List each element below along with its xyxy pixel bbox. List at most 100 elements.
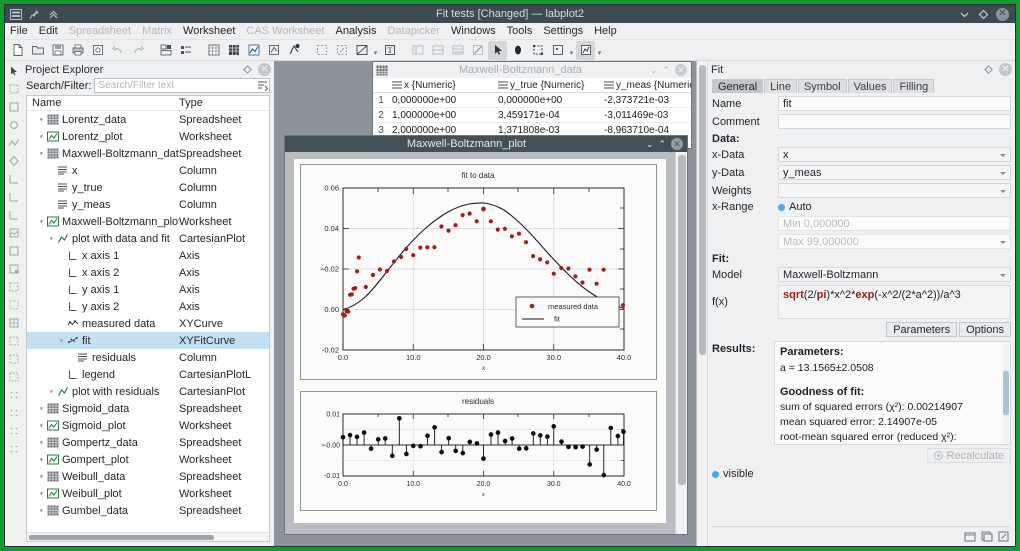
tree-item-lorentz-plot[interactable]: ▸ Lorentz_plot Worksheet: [27, 128, 269, 145]
duplicate-icon[interactable]: [980, 530, 994, 543]
frame2-icon[interactable]: [6, 261, 21, 276]
close-icon[interactable]: ✕: [258, 63, 271, 76]
dashed-frame-icon[interactable]: [6, 279, 21, 294]
keep-above-icon[interactable]: [977, 8, 989, 20]
tree-item-y-true[interactable]: y_true Column: [27, 179, 269, 196]
dotted-frame-icon[interactable]: [6, 297, 21, 312]
tree-item-gumbel-data[interactable]: ▸ Gumbel_data Spreadsheet: [27, 502, 269, 519]
expand-arrow-icon[interactable]: ▸: [48, 234, 56, 243]
residuals-plot[interactable]: residuals -0.01 0.00 0.01 0.0 10.0 20.0 …: [300, 391, 657, 511]
cursor-icon[interactable]: [6, 63, 21, 78]
tree-horizontal-scrollbar[interactable]: [27, 532, 269, 541]
undo-icon[interactable]: [108, 41, 127, 60]
tree-item-residuals[interactable]: residuals Column: [27, 349, 269, 366]
tree-item-fit[interactable]: ▸ fit XYFitCurve: [27, 332, 269, 349]
tree-item-x-axis-2[interactable]: x axis 2 Axis: [27, 264, 269, 281]
mdi-vertical-scrollbar[interactable]: [696, 61, 707, 546]
tab-general[interactable]: General: [712, 79, 764, 93]
column-header-ytrue[interactable]: y_true {Numeric}: [495, 80, 601, 91]
filter-options-icon[interactable]: [256, 79, 269, 92]
xrange-max-input[interactable]: Max 99,000000: [778, 234, 1011, 249]
spreadsheet-cell[interactable]: -2,373721e-03: [601, 95, 691, 106]
spreadsheet-cell[interactable]: 0,000000e+00: [389, 95, 495, 106]
worksheet-zoom-origin-icon[interactable]: [352, 41, 371, 60]
zoom-xy-select-icon[interactable]: [528, 41, 547, 60]
tree-item-weibull-plot[interactable]: ▸ Weibull_plot Worksheet: [27, 485, 269, 502]
tree-item-legend[interactable]: legend CartesianPlotL: [27, 366, 269, 383]
crop-dropdown-caret[interactable]: ▾: [568, 41, 575, 60]
image-icon[interactable]: [6, 225, 21, 240]
redo-icon[interactable]: [128, 41, 147, 60]
menu-analysis[interactable]: Analysis: [335, 25, 376, 37]
column-header-type[interactable]: Type: [179, 97, 269, 109]
tab-values[interactable]: Values: [847, 79, 893, 93]
histogram-icon[interactable]: [6, 153, 21, 168]
expand-arrow-icon[interactable]: ▸: [38, 455, 46, 464]
spreadsheet-cell[interactable]: -8,963710e-04: [601, 125, 691, 136]
row-index[interactable]: 1: [373, 95, 389, 106]
visible-checkbox-row[interactable]: visible: [712, 468, 1011, 480]
close-icon[interactable]: ✕: [675, 64, 687, 76]
region3-icon[interactable]: [6, 369, 21, 384]
tree-item-x[interactable]: x Column: [27, 162, 269, 179]
parameters-button[interactable]: Parameters: [886, 322, 958, 337]
plot-area-icon[interactable]: [6, 81, 21, 96]
spreadsheet-cell[interactable]: 2,000000e+00: [389, 125, 495, 136]
layout-grid-icon[interactable]: [448, 41, 467, 60]
close-icon[interactable]: ✕: [671, 138, 683, 150]
new-matrix-icon[interactable]: [224, 41, 243, 60]
worksheet-canvas[interactable]: fit to data -0.02 0.00 0.02 0.04 0.06 0.…: [285, 152, 675, 534]
layout-horizontal-icon[interactable]: [428, 41, 447, 60]
close-icon[interactable]: ✕: [996, 7, 1009, 21]
model-combo[interactable]: Maxwell-Boltzmann: [778, 267, 1011, 282]
layout-vertical-icon[interactable]: [408, 41, 427, 60]
worksheet-zoom-selection-icon[interactable]: [332, 41, 351, 60]
zoom-dropdown-caret[interactable]: ▾: [372, 41, 379, 60]
maximize-icon[interactable]: ⌃: [658, 139, 666, 149]
ydata-combo[interactable]: y_meas: [778, 165, 1011, 180]
print-preview-icon[interactable]: [88, 41, 107, 60]
tree-item-maxwell-boltzmann-plot[interactable]: ▸ Maxwell-Boltzmann_plot Worksheet: [27, 213, 269, 230]
column-header-ymeas[interactable]: y_meas {Numeric}: [601, 80, 691, 91]
minimize-icon[interactable]: ⌄: [646, 139, 654, 149]
tree-item-x-axis-1[interactable]: x axis 1 Axis: [27, 247, 269, 264]
menu-help[interactable]: Help: [594, 25, 617, 37]
curve-icon[interactable]: [6, 135, 21, 150]
expand-arrow-icon[interactable]: ▸: [38, 404, 46, 413]
column-header-name[interactable]: Name: [27, 97, 179, 109]
tree-item-y-axis-2[interactable]: y axis 2 Axis: [27, 298, 269, 315]
expand-arrow-icon[interactable]: ▸: [38, 115, 46, 124]
comment-input[interactable]: [778, 114, 1011, 129]
row-index[interactable]: 2: [373, 110, 389, 121]
weights-combo[interactable]: [778, 183, 1011, 198]
print-icon[interactable]: [68, 41, 87, 60]
menu-tools[interactable]: Tools: [507, 25, 533, 37]
results-text-box[interactable]: Parameters: a = 13.1565±2.0508 Goodness …: [774, 341, 1011, 445]
column-header-x[interactable]: x {Numeric}: [389, 80, 495, 91]
expand-arrow-icon[interactable]: ▸: [38, 421, 46, 430]
new-project-icon[interactable]: [8, 41, 27, 60]
collapse-icon[interactable]: [47, 8, 60, 21]
tree-item-gompertz-data[interactable]: ▸ Gompertz_data Spreadsheet: [27, 434, 269, 451]
cartesian-plot-icon[interactable]: [6, 99, 21, 114]
float-icon[interactable]: [243, 65, 252, 74]
pin-icon[interactable]: [28, 8, 41, 21]
select-pointer-icon[interactable]: [488, 40, 507, 60]
open-project-icon[interactable]: [28, 41, 47, 60]
fx-formula[interactable]: sqrt(2/pi)*x^2*exp(-x^2/(2*a^2))/a^3: [778, 285, 1011, 319]
tab-line[interactable]: Line: [764, 79, 797, 93]
tree-item-maxwell-boltzmann-data[interactable]: ▸ Maxwell-Boltzmann_data Spreadsheet: [27, 145, 269, 162]
expand-arrow-icon[interactable]: ▸: [38, 217, 46, 226]
spreadsheet-row[interactable]: 2 1,000000e+00 3,459171e-04 -3,011469e-03: [373, 108, 691, 123]
maximize-icon[interactable]: ⌃: [662, 65, 670, 75]
new-datapicker-icon[interactable]: [284, 41, 303, 60]
plot-dropdown-caret[interactable]: ▾: [596, 41, 603, 60]
worksheet-vertical-scrollbar[interactable]: [675, 152, 687, 534]
tree-item-weibull-data[interactable]: ▸ Weibull_data Spreadsheet: [27, 468, 269, 485]
edit-icon[interactable]: [997, 530, 1011, 543]
grid-frame-icon[interactable]: [6, 315, 21, 330]
tree-item-sigmoid-plot[interactable]: ▸ Sigmoid_plot Worksheet: [27, 417, 269, 434]
row-index[interactable]: 3: [373, 125, 389, 136]
menu-edit[interactable]: Edit: [39, 25, 58, 37]
worksheet-text-label-icon[interactable]: T: [380, 41, 399, 60]
